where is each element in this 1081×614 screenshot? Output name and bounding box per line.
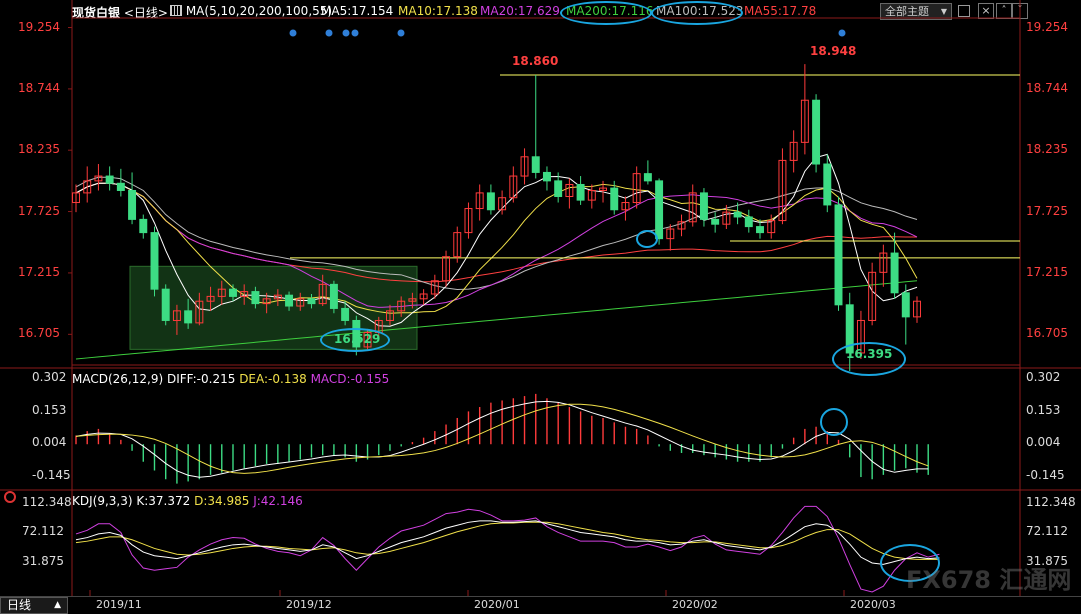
- candle-body: [610, 187, 619, 211]
- candle-body: [834, 204, 843, 306]
- candle-body: [823, 163, 832, 206]
- ma100-ring: [651, 1, 743, 25]
- annotation-high-1: 18.860: [512, 54, 559, 68]
- macd-tick-label: 0.153: [32, 402, 67, 417]
- candle-body: [890, 252, 899, 294]
- ma200-ring: [560, 1, 652, 25]
- date-label: 2019/11: [96, 598, 142, 611]
- watermark: FX678 汇通网: [906, 566, 1072, 594]
- candle-body: [251, 291, 260, 305]
- macd-cross-ring: [820, 408, 848, 436]
- macd-diff: DIFF:-0.215: [166, 372, 236, 386]
- kdj-k: K:37.372: [136, 494, 191, 508]
- candle-body: [128, 189, 137, 220]
- candle-body: [116, 182, 125, 191]
- macd-tick-label: 0.302: [1026, 370, 1061, 385]
- candle-body: [307, 298, 316, 305]
- candle-body: [542, 171, 551, 182]
- candle-body: [554, 180, 563, 198]
- candle-body: [341, 307, 350, 321]
- chevron-up-icon: ▲: [54, 600, 61, 610]
- period-button-label: 日线: [7, 598, 32, 612]
- macd-tick-label: 0.153: [1026, 402, 1061, 417]
- kdj-d-line: [75, 521, 940, 560]
- candle-body: [285, 294, 294, 307]
- candle-body: [229, 288, 237, 297]
- candle-body: [486, 192, 495, 211]
- macd-dea: DEA:-0.138: [239, 372, 307, 386]
- candle-body: [756, 226, 764, 234]
- candle-body: [105, 175, 114, 184]
- candle-body: [699, 192, 708, 220]
- candle-body: [139, 218, 148, 234]
- kdj-toggle-icon[interactable]: [4, 491, 16, 503]
- kdj-tick-label: 31.875: [22, 553, 64, 568]
- macd-tick-label: -0.145: [1026, 467, 1065, 482]
- candle-body: [531, 156, 540, 173]
- macd-value: MACD:-0.155: [310, 372, 390, 386]
- kdj-tick-label: 72.112: [1026, 524, 1068, 539]
- candle-body: [150, 232, 159, 290]
- price-chart: [0, 0, 1081, 596]
- low-1-ring: [320, 328, 390, 352]
- candle-body: [329, 283, 338, 309]
- kdj-tick-label: 112.348: [1026, 495, 1076, 510]
- annotation-high-2: 18.948: [810, 44, 857, 58]
- macd-tick-label: 0.302: [32, 370, 67, 385]
- candle-body: [643, 173, 652, 182]
- kdj-d: D:34.985: [194, 494, 250, 508]
- candle-body: [576, 183, 585, 201]
- macd-tick-label: 0.004: [32, 435, 67, 450]
- kdj-tick-label: 112.348: [22, 495, 72, 510]
- event-dot: [325, 29, 333, 37]
- date-label: 2020/03: [850, 598, 896, 611]
- candle-body: [655, 180, 664, 240]
- kdj-tick-label: 72.112: [22, 524, 64, 539]
- footer-bar: [0, 596, 1081, 614]
- macd-tick-label: 0.004: [1026, 435, 1061, 450]
- candle-body: [711, 218, 720, 225]
- date-label: 2020/01: [474, 598, 520, 611]
- low-2-ring: [832, 342, 906, 376]
- candle-body: [161, 288, 170, 321]
- candle-body: [184, 310, 193, 324]
- kdj-k-line: [75, 520, 940, 565]
- kdj-j: J:42.146: [253, 494, 303, 508]
- candle-body: [744, 216, 753, 228]
- support-ring: [636, 230, 658, 248]
- macd-label: MACD(26,12,9): [72, 372, 164, 386]
- event-dot: [289, 29, 297, 37]
- date-label: 2019/12: [286, 598, 332, 611]
- kdj-j-line: [75, 505, 940, 593]
- candle-body: [901, 292, 910, 318]
- event-dot: [397, 29, 405, 37]
- event-dot: [342, 29, 350, 37]
- date-label: 2020/02: [672, 598, 718, 611]
- kdj-label: KDJ(9,3,3): [72, 494, 133, 508]
- event-dot: [351, 29, 359, 37]
- kdj-header: KDJ(9,3,3) K:37.372 D:34.985 J:42.146: [72, 494, 303, 508]
- period-button[interactable]: 日线 ▲: [0, 597, 68, 614]
- candle-body: [733, 211, 742, 218]
- event-dot: [838, 29, 846, 37]
- macd-tick-label: -0.145: [32, 467, 71, 482]
- candle-body: [812, 99, 821, 165]
- macd-header: MACD(26,12,9) DIFF:-0.215 DEA:-0.138 MAC…: [72, 372, 389, 386]
